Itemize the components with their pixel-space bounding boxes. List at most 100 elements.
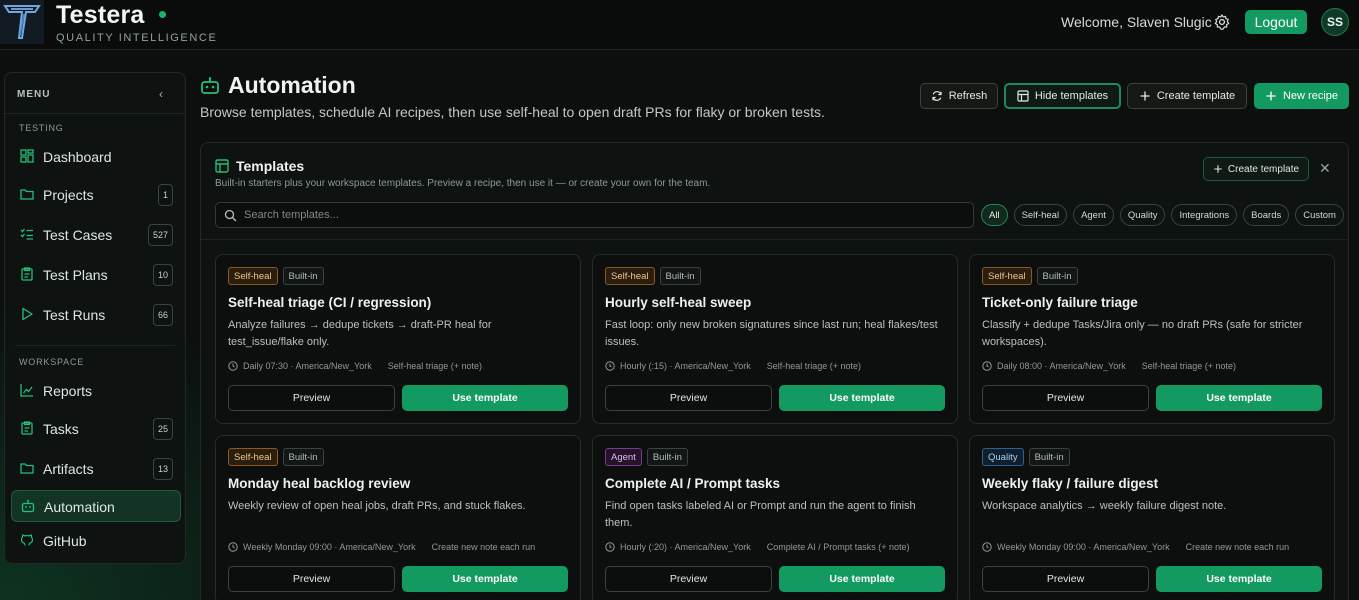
preview-button[interactable]: Preview <box>605 385 772 411</box>
filter-chip-quality[interactable]: Quality <box>1119 204 1166 226</box>
use-template-button[interactable]: Use template <box>402 385 568 411</box>
card-description: Analyze failures → dedupe tickets → draf… <box>228 319 492 348</box>
sidebar-item-projects[interactable]: Projects 1 <box>11 179 181 211</box>
section-label-testing: TESTING <box>19 123 64 133</box>
filter-chip-integrations[interactable]: Integrations <box>1171 204 1238 226</box>
folder-icon <box>20 189 34 200</box>
new-recipe-label: New recipe <box>1282 90 1339 102</box>
preview-button[interactable]: Preview <box>982 385 1149 411</box>
card-action: Self-heal triage (+ note) <box>387 361 483 371</box>
sidebar-item-test-cases[interactable]: Test Cases 527 <box>11 219 181 251</box>
search-input[interactable] <box>244 206 964 224</box>
plus-icon <box>1266 91 1276 101</box>
plus-icon <box>1214 165 1222 173</box>
template-card: Agent Built-in Complete AI / Prompt task… <box>592 435 958 600</box>
sidebar-item-github[interactable]: GitHub <box>11 525 181 557</box>
clock-icon <box>605 361 615 371</box>
use-template-button[interactable]: Use template <box>779 566 945 592</box>
robot-icon <box>201 77 219 94</box>
sidebar-item-label: Automation <box>44 499 115 515</box>
clock-icon <box>982 361 992 371</box>
avatar[interactable]: SS <box>1321 8 1349 36</box>
card-action: Complete AI / Prompt tasks (+ note) <box>766 542 910 552</box>
preview-button[interactable]: Preview <box>982 566 1149 592</box>
sidebar-item-label: Artifacts <box>43 461 94 477</box>
refresh-icon <box>932 91 942 101</box>
filter-chip-agent[interactable]: Agent <box>1073 204 1114 226</box>
origin-badge: Built-in <box>282 267 324 285</box>
origin-badge: Built-in <box>659 267 701 285</box>
sidebar-item-dashboard[interactable]: Dashboard <box>11 141 181 173</box>
card-title: Hourly self-heal sweep <box>605 295 752 310</box>
logout-button[interactable]: Logout <box>1245 10 1307 34</box>
origin-badge: Built-in <box>646 448 688 466</box>
sidebar-item-artifacts[interactable]: Artifacts 13 <box>11 453 181 485</box>
preview-button[interactable]: Preview <box>605 566 772 592</box>
category-badge: Self-heal <box>982 267 1032 285</box>
divider <box>201 239 1348 240</box>
filter-chip-all[interactable]: All <box>981 204 1008 226</box>
sidebar-item-label: Test Plans <box>43 267 108 283</box>
sidebar-item-reports[interactable]: Reports <box>11 375 181 407</box>
card-description: Weekly review of open heal jobs, draft P… <box>228 500 526 512</box>
search-icon <box>224 209 237 222</box>
template-card: Self-heal Built-in Ticket-only failure t… <box>969 254 1335 424</box>
status-dot <box>159 11 166 18</box>
clipboard-icon <box>21 267 33 281</box>
hide-templates-button[interactable]: Hide templates <box>1004 83 1121 109</box>
panel-create-template-button[interactable]: Create template <box>1203 157 1309 181</box>
filter-chip-custom[interactable]: Custom <box>1295 204 1344 226</box>
template-card: Self-heal Built-in Hourly self-heal swee… <box>592 254 958 424</box>
sidebar-item-test-plans[interactable]: Test Plans 10 <box>11 259 181 291</box>
gear-icon[interactable] <box>1213 13 1231 31</box>
category-badge: Self-heal <box>228 448 278 466</box>
new-recipe-button[interactable]: New recipe <box>1254 83 1349 109</box>
sidebar-item-label: Reports <box>43 383 93 399</box>
clock-icon <box>228 542 238 552</box>
preview-button[interactable]: Preview <box>228 566 395 592</box>
template-card: Self-heal Built-in Monday heal backlog r… <box>215 435 581 600</box>
github-icon <box>20 534 34 546</box>
preview-button[interactable]: Preview <box>228 385 395 411</box>
card-action: Create new note each run <box>431 542 536 552</box>
card-title: Ticket-only failure triage <box>982 295 1138 310</box>
category-badge: Self-heal <box>228 267 278 285</box>
count-badge: 1 <box>157 184 173 206</box>
use-template-button[interactable]: Use template <box>779 385 945 411</box>
filter-chip-boards[interactable]: Boards <box>1243 204 1290 226</box>
template-icon <box>1017 90 1029 102</box>
brand-name: Testera <box>56 1 145 29</box>
filter-chips: All Self-heal Agent Quality Integrations… <box>981 204 1344 226</box>
chevron-left-icon[interactable]: ‹ <box>159 87 163 101</box>
count-badge: 10 <box>152 264 173 286</box>
card-title: Monday heal backlog review <box>228 476 411 491</box>
menu-title: MENU <box>17 89 51 100</box>
page-title: Automation <box>228 72 356 98</box>
card-title: Weekly flaky / failure digest <box>982 476 1159 491</box>
divider <box>15 345 175 346</box>
welcome-text: Welcome, Slaven Slugic <box>1061 14 1212 30</box>
testera-logo-icon[interactable] <box>0 0 44 44</box>
filter-chip-self-heal[interactable]: Self-heal <box>1013 204 1068 226</box>
use-template-button[interactable]: Use template <box>1156 566 1322 592</box>
sidebar-item-tasks[interactable]: Tasks 25 <box>11 413 181 445</box>
panel-create-template-label: Create template <box>1227 163 1300 175</box>
sidebar-item-label: Test Cases <box>43 227 113 243</box>
category-badge: Self-heal <box>605 267 655 285</box>
sidebar-item-label: Dashboard <box>43 149 112 165</box>
count-badge: 527 <box>147 224 173 246</box>
create-template-button[interactable]: Create template <box>1127 83 1247 109</box>
use-template-button[interactable]: Use template <box>402 566 568 592</box>
refresh-button[interactable]: Refresh <box>920 83 998 109</box>
template-icon <box>215 159 229 173</box>
card-action: Create new note each run <box>1185 542 1290 552</box>
clock-icon <box>228 361 238 371</box>
close-icon[interactable]: ✕ <box>1319 160 1331 177</box>
origin-badge: Built-in <box>282 448 324 466</box>
use-template-button[interactable]: Use template <box>1156 385 1322 411</box>
category-badge: Quality <box>982 448 1024 466</box>
create-template-label: Create template <box>1156 90 1236 102</box>
sidebar-item-automation[interactable]: Automation <box>11 490 181 522</box>
origin-badge: Built-in <box>1028 448 1070 466</box>
sidebar-item-test-runs[interactable]: Test Runs 66 <box>11 299 181 331</box>
